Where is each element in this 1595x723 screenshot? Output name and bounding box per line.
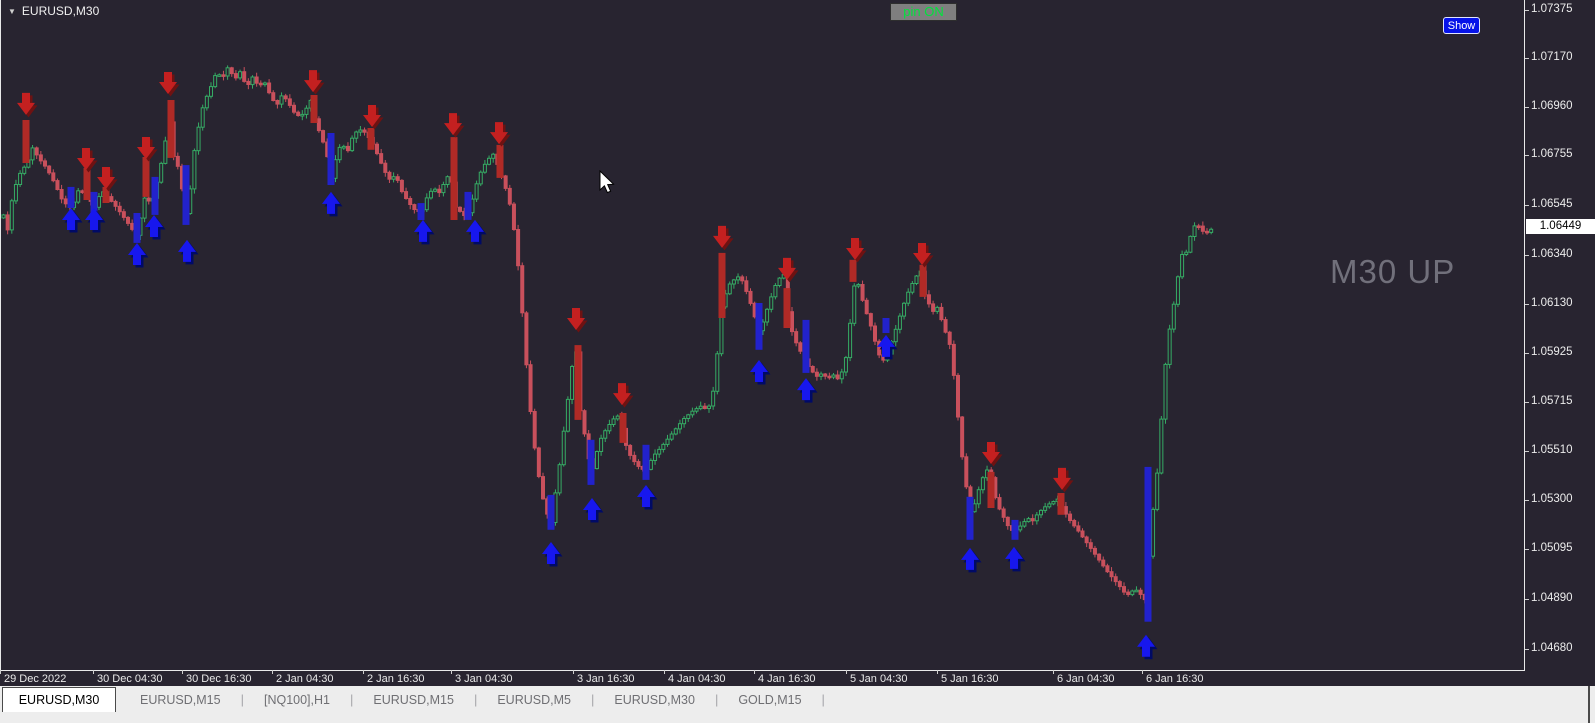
time-tick-label: 3 Jan 04:30 (455, 673, 513, 685)
price-tick-mark (1525, 649, 1529, 650)
price-tick-label: 1.06545 (1531, 198, 1573, 210)
price-axis: 1.07375 1.07170 1.06960 1.06755 1.06545 1.063… (1525, 0, 1595, 670)
price-tick-mark (1525, 353, 1529, 354)
pin-toggle-button[interactable]: pin ON (890, 3, 957, 21)
time-tick-label: 29 Dec 2022 (4, 673, 67, 685)
time-tick-mark (0, 670, 1, 674)
price-tick-mark (1525, 599, 1529, 600)
price-tick-label: 1.06755 (1531, 148, 1573, 160)
price-tick-label: 1.04890 (1531, 592, 1573, 604)
time-tick-mark (272, 670, 273, 674)
price-tick-mark (1525, 255, 1529, 256)
time-tick-mark (1142, 670, 1143, 674)
window-edge (1588, 686, 1590, 723)
candlestick-chart[interactable] (0, 0, 1524, 670)
tab-separator: | (821, 692, 825, 707)
timeframe-watermark: M30 UP (1330, 253, 1456, 290)
time-tick-label: 30 Dec 04:30 (97, 673, 163, 685)
price-tick-label: 1.05925 (1531, 346, 1573, 358)
price-tick-mark (1525, 107, 1529, 108)
chart-tab[interactable]: GOLD,M15 (718, 693, 821, 707)
mt4-window: ▼ EURUSD,M30 pin ON Show M30 UP 1.07375 1… (0, 0, 1595, 723)
price-tick-mark (1525, 58, 1529, 59)
chart-tab-bar: ◄ ► EURUSD,M30EURUSD,M15|[NQ100],H1|EURU… (0, 686, 1595, 723)
chart-symbol-label: ▼ EURUSD,M30 (8, 4, 99, 18)
time-tick-mark (573, 670, 574, 674)
time-tick-label: 5 Jan 16:30 (941, 673, 999, 685)
current-price-badge: 1.06449 (1526, 219, 1595, 234)
time-tick-label: 30 Dec 16:30 (186, 673, 252, 685)
chart-tab[interactable]: [NQ100],H1 (244, 693, 350, 707)
price-tick-mark (1525, 402, 1529, 403)
time-tick-mark (664, 670, 665, 674)
time-tick-label: 5 Jan 04:30 (850, 673, 908, 685)
price-tick-label: 1.07170 (1531, 51, 1573, 63)
time-tick-label: 2 Jan 04:30 (276, 673, 334, 685)
mouse-cursor (599, 170, 615, 194)
time-tick-mark (93, 670, 94, 674)
chart-tab[interactable]: EURUSD,M30 (594, 693, 715, 707)
price-tick-label: 1.05095 (1531, 542, 1573, 554)
chart-tab[interactable]: EURUSD,M15 (120, 693, 241, 707)
time-tick-label: 3 Jan 16:30 (577, 673, 635, 685)
time-tick-mark (363, 670, 364, 674)
time-tick-label: 4 Jan 16:30 (758, 673, 816, 685)
price-tick-mark (1525, 500, 1529, 501)
price-tick-label: 1.07375 (1531, 3, 1573, 15)
chevron-down-icon[interactable]: ▼ (8, 7, 16, 16)
price-tick-label: 1.05300 (1531, 493, 1573, 505)
time-tick-mark (1053, 670, 1054, 674)
chart-left-border (0, 0, 1, 670)
price-tick-label: 1.05510 (1531, 444, 1573, 456)
price-tick-label: 1.06960 (1531, 100, 1573, 112)
symbol-text: EURUSD,M30 (21, 4, 100, 18)
price-tick-label: 1.04680 (1531, 642, 1573, 654)
chart-tab[interactable]: EURUSD,M15 (353, 693, 474, 707)
time-axis: 29 Dec 2022 30 Dec 04:30 30 Dec 16:30 2 Jan… (0, 670, 1524, 686)
price-tick-mark (1525, 10, 1529, 11)
chart-tab-row: EURUSD,M15 | [NQ100],H1 | EURUSD,M15 | EURUSD,… (120, 687, 825, 712)
time-tick-mark (182, 670, 183, 674)
time-tick-mark (754, 670, 755, 674)
time-tick-label: 6 Jan 16:30 (1146, 673, 1204, 685)
time-tick-mark (846, 670, 847, 674)
chart-tab[interactable]: EURUSD,M5 (477, 693, 591, 707)
time-tick-label: 4 Jan 04:30 (668, 673, 726, 685)
price-tick-mark (1525, 205, 1529, 206)
time-tick-label: 2 Jan 16:30 (367, 673, 425, 685)
time-tick-mark (451, 670, 452, 674)
show-button[interactable]: Show (1443, 17, 1480, 34)
time-tick-mark (937, 670, 938, 674)
price-tick-mark (1525, 451, 1529, 452)
price-tick-label: 1.06340 (1531, 248, 1573, 260)
price-tick-label: 1.06130 (1531, 297, 1573, 309)
price-tick-label: 1.05715 (1531, 395, 1573, 407)
price-tick-mark (1525, 304, 1529, 305)
price-tick-mark (1525, 155, 1529, 156)
chart-canvas[interactable]: ▼ EURUSD,M30 pin ON Show M30 UP (0, 0, 1524, 671)
chart-tab-active[interactable]: EURUSD,M30 (2, 687, 116, 712)
time-tick-label: 6 Jan 04:30 (1057, 673, 1115, 685)
price-tick-mark (1525, 549, 1529, 550)
